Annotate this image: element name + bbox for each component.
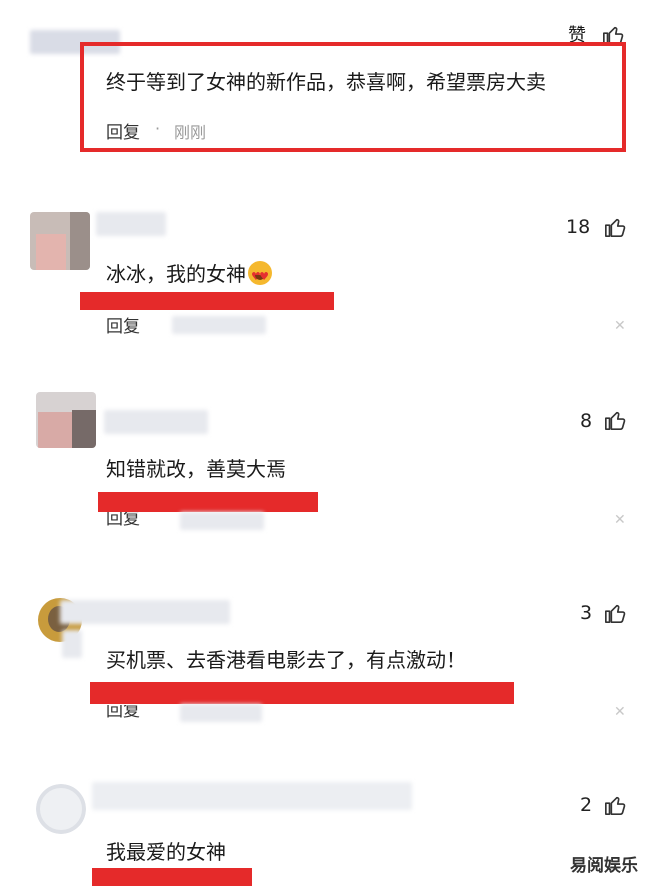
close-icon[interactable]: ✕: [614, 318, 626, 334]
highlight-box: [80, 42, 626, 152]
avatar: [36, 392, 96, 448]
like-count: 18: [566, 216, 591, 238]
highlight-underline: [92, 868, 252, 886]
close-icon[interactable]: ✕: [614, 704, 626, 720]
reply-button[interactable]: 回复: [106, 118, 140, 143]
username-blurred: [92, 782, 412, 810]
username-blurred: [104, 410, 208, 434]
thumbs-up-icon[interactable]: [604, 409, 626, 431]
meta-blurred: [172, 316, 266, 334]
watermark: 易阅娱乐: [570, 856, 638, 876]
avatar: [36, 784, 86, 834]
comment-text: 知错就改，善莫大焉: [106, 457, 286, 481]
highlight-underline: [80, 292, 334, 310]
comment-text: 冰冰，我的女神: [106, 260, 272, 291]
heart-eyes-emoji-icon: [248, 260, 272, 291]
timestamp: 刚刚: [174, 123, 207, 142]
badge-blurred: [62, 630, 82, 658]
like-count: 8: [580, 410, 593, 432]
comment-text: 我最爱的女神: [106, 840, 226, 864]
username-blurred: [60, 600, 230, 624]
close-icon[interactable]: ✕: [614, 512, 626, 528]
like-count: 2: [580, 794, 593, 816]
thumbs-up-icon[interactable]: [604, 602, 626, 624]
highlight-underline: [90, 682, 514, 704]
reply-button[interactable]: 回复: [106, 312, 140, 337]
avatar: [30, 212, 90, 270]
highlight-underline: [98, 492, 318, 512]
comment-text: 买机票、去香港看电影去了，有点激动！: [106, 648, 466, 672]
comment-text: 终于等到了女神的新作品，恭喜啊，希望票房大卖: [106, 70, 546, 94]
meta-blurred: [180, 704, 262, 722]
dot-separator: ·: [155, 119, 161, 138]
meta-blurred: [180, 512, 264, 530]
comment-text-label: 冰冰，我的女神: [106, 262, 246, 286]
like-count: 3: [580, 602, 593, 624]
thumbs-up-icon[interactable]: [604, 216, 626, 238]
thumbs-up-icon[interactable]: [604, 794, 626, 816]
username-blurred: [96, 212, 166, 236]
